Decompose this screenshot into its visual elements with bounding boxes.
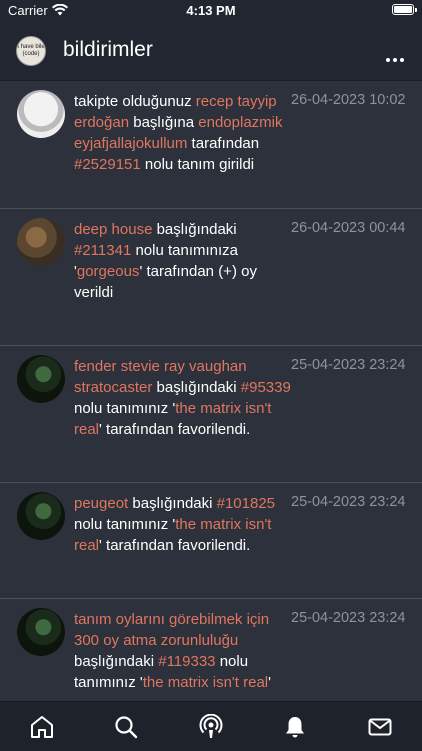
notification-link[interactable]: #2529151 bbox=[74, 156, 141, 173]
mail-icon[interactable] bbox=[367, 714, 393, 740]
notification-text-segment: tarafından bbox=[187, 135, 260, 152]
notification-text-segment: nolu tanım girildi bbox=[140, 156, 255, 173]
notification-text-segment: ' bbox=[268, 674, 272, 691]
notification-date: 26-04-2023 00:44 bbox=[291, 220, 406, 236]
notification-text: tanım oylarını görebilmek için 300 oy at… bbox=[74, 609, 292, 693]
matrix-avatar[interactable] bbox=[17, 492, 65, 540]
portrait-avatar[interactable] bbox=[17, 218, 65, 266]
notification-link[interactable]: tanım oylarını görebilmek için 300 oy at… bbox=[74, 611, 269, 649]
notification-item[interactable]: deep house başlığındaki #211341 nolu tan… bbox=[0, 209, 422, 346]
clock-time: 4:13 PM bbox=[186, 3, 236, 18]
notification-item[interactable]: takipte olduğunuz recep tayyip erdoğan b… bbox=[0, 81, 422, 209]
page-title: bildirimler bbox=[63, 38, 153, 61]
notification-link[interactable]: #95339 bbox=[241, 379, 291, 396]
notification-text-segment: başlığındaki bbox=[152, 221, 237, 238]
tab-bar bbox=[0, 701, 422, 751]
app-header: I have bile (code) bildirimler bbox=[0, 22, 422, 81]
notification-text-segment: takipte olduğunuz bbox=[74, 93, 196, 110]
notification-text-segment: nolu tanımınız ' bbox=[74, 516, 176, 533]
notification-text: peugeot başlığındaki #101825 nolu tanımı… bbox=[74, 493, 292, 556]
notification-text-segment: ' tarafından favorilendi. bbox=[99, 537, 251, 554]
notification-link[interactable]: #119333 bbox=[158, 653, 215, 670]
notification-link[interactable]: gorgeous bbox=[77, 263, 140, 280]
notification-link[interactable]: #101825 bbox=[217, 495, 275, 512]
notification-link[interactable]: peugeot bbox=[74, 495, 128, 512]
notification-date: 25-04-2023 23:24 bbox=[291, 357, 406, 373]
status-bar: Carrier 4:13 PM bbox=[0, 0, 422, 22]
notification-text-segment: nolu tanımınız ' bbox=[74, 400, 176, 417]
podcast-icon[interactable] bbox=[198, 714, 224, 740]
notification-link[interactable]: deep house bbox=[74, 221, 152, 238]
notification-item[interactable]: peugeot başlığındaki #101825 nolu tanımı… bbox=[0, 483, 422, 599]
notification-text-segment: ' tarafından favorilendi. bbox=[99, 421, 251, 438]
search-icon[interactable] bbox=[113, 714, 139, 740]
notification-link[interactable]: the matrix isn't real bbox=[143, 674, 268, 691]
notification-link[interactable]: #211341 bbox=[74, 242, 131, 259]
notification-text-segment: başlığındaki bbox=[74, 653, 159, 670]
notification-text: takipte olduğunuz recep tayyip erdoğan b… bbox=[74, 91, 292, 175]
home-icon[interactable] bbox=[29, 714, 55, 740]
notification-date: 26-04-2023 10:02 bbox=[291, 92, 406, 108]
notification-text: fender stevie ray vaughan stratocaster b… bbox=[74, 356, 292, 440]
bell-icon[interactable] bbox=[282, 714, 308, 740]
battery-icon bbox=[392, 4, 417, 15]
notification-text-segment: başlığına bbox=[129, 114, 199, 131]
notification-date: 25-04-2023 23:24 bbox=[291, 494, 406, 510]
finger-avatar[interactable] bbox=[17, 90, 65, 138]
matrix-avatar[interactable] bbox=[17, 355, 65, 403]
avatar[interactable]: I have bile (code) bbox=[16, 36, 46, 66]
notification-text: deep house başlığındaki #211341 nolu tan… bbox=[74, 219, 292, 303]
notification-text-segment: başlığındaki bbox=[128, 495, 217, 512]
notification-text-segment: başlığındaki bbox=[152, 379, 241, 396]
matrix-avatar[interactable] bbox=[17, 608, 65, 656]
notification-item[interactable]: tanım oylarını görebilmek için 300 oy at… bbox=[0, 599, 422, 701]
notification-date: 25-04-2023 23:24 bbox=[291, 610, 406, 626]
notification-list: takipte olduğunuz recep tayyip erdoğan b… bbox=[0, 81, 422, 701]
more-options-icon[interactable] bbox=[383, 49, 404, 67]
notification-item[interactable]: fender stevie ray vaughan stratocaster b… bbox=[0, 346, 422, 483]
